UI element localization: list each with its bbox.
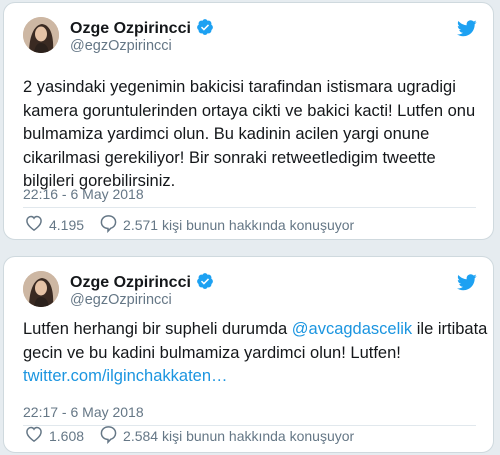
- tweet-text-line: cikarilmasi gerekiliyor! Bir sonraki ret…: [23, 148, 436, 167]
- twitter-bird-icon[interactable]: [457, 20, 477, 42]
- mention-link[interactable]: @avcagdascelik: [292, 320, 412, 338]
- tweet-actions: 1.608 2.584 kişi bunun hakkında konuşuyo…: [23, 424, 354, 447]
- heart-icon: [23, 213, 49, 236]
- author-name-text: Ozge Ozpirincci: [70, 20, 191, 37]
- url-link[interactable]: twitter.com/ilginchakkaten…: [23, 365, 481, 389]
- like-count: 4.195: [49, 216, 85, 233]
- tweet-text: 2 yasindaki yegenimin bakicisi tarafinda…: [23, 76, 481, 194]
- speech-bubble-icon: [98, 424, 123, 447]
- twitter-bird-icon[interactable]: [457, 274, 477, 296]
- tweet-text-line: 2 yasindaki yegenimin bakicisi tarafinda…: [23, 78, 456, 96]
- tweet-card[interactable]: Ozge Ozpirincci @egzOzpirincci Lutfen he…: [3, 256, 494, 453]
- author-handle[interactable]: @egzOzpirincci: [70, 38, 172, 54]
- tweet-card[interactable]: Ozge Ozpirincci @egzOzpirincci 2 yasinda…: [3, 2, 494, 240]
- author-name-text: Ozge Ozpirincci: [70, 274, 191, 291]
- tweet-text-line: bulmamiza yardimci olun. Bu kadinin acil…: [23, 125, 430, 144]
- like-button[interactable]: 4.195: [23, 213, 84, 236]
- heart-icon: [23, 424, 49, 447]
- tweet-text: Lutfen herhangi bir supheli durumda @avc…: [23, 318, 487, 389]
- author-handle[interactable]: @egzOzpirincci: [70, 292, 172, 308]
- speech-bubble-icon: [98, 213, 123, 236]
- tweet-text-line: Lutfen herhangi bir supheli durumda @avc…: [23, 318, 487, 342]
- divider: [23, 207, 476, 208]
- conversation-button[interactable]: 2.571 kişi bunun hakkında konuşuyor: [98, 213, 354, 236]
- tweet-timestamp[interactable]: 22:17 - 6 May 2018: [23, 404, 144, 420]
- tweet-text-segment: Lutfen herhangi bir supheli durumda: [23, 320, 292, 338]
- tweet-timestamp[interactable]: 22:16 - 6 May 2018: [23, 186, 144, 202]
- tweet-actions: 4.195 2.571 kişi bunun hakkında konuşuyo…: [23, 213, 354, 236]
- tweet-text-line: kamera goruntulerinden ortaya cikti ve b…: [23, 101, 476, 120]
- conversation-button[interactable]: 2.584 kişi bunun hakkında konuşuyor: [98, 424, 354, 447]
- avatar[interactable]: [23, 271, 59, 307]
- verified-badge-icon: [196, 18, 214, 41]
- conversation-count: 2.584 kişi bunun hakkında konuşuyor: [123, 427, 355, 444]
- verified-badge-icon: [196, 272, 214, 295]
- like-button[interactable]: 1.608: [23, 424, 84, 447]
- tweet-text-segment: ile irtibata: [412, 320, 488, 338]
- conversation-count: 2.571 kişi bunun hakkında konuşuyor: [123, 216, 355, 233]
- tweet-text-line: gecin ve bu kadini bulmamiza yardimci ol…: [23, 343, 401, 362]
- avatar[interactable]: [23, 17, 59, 53]
- like-count: 1.608: [49, 427, 85, 444]
